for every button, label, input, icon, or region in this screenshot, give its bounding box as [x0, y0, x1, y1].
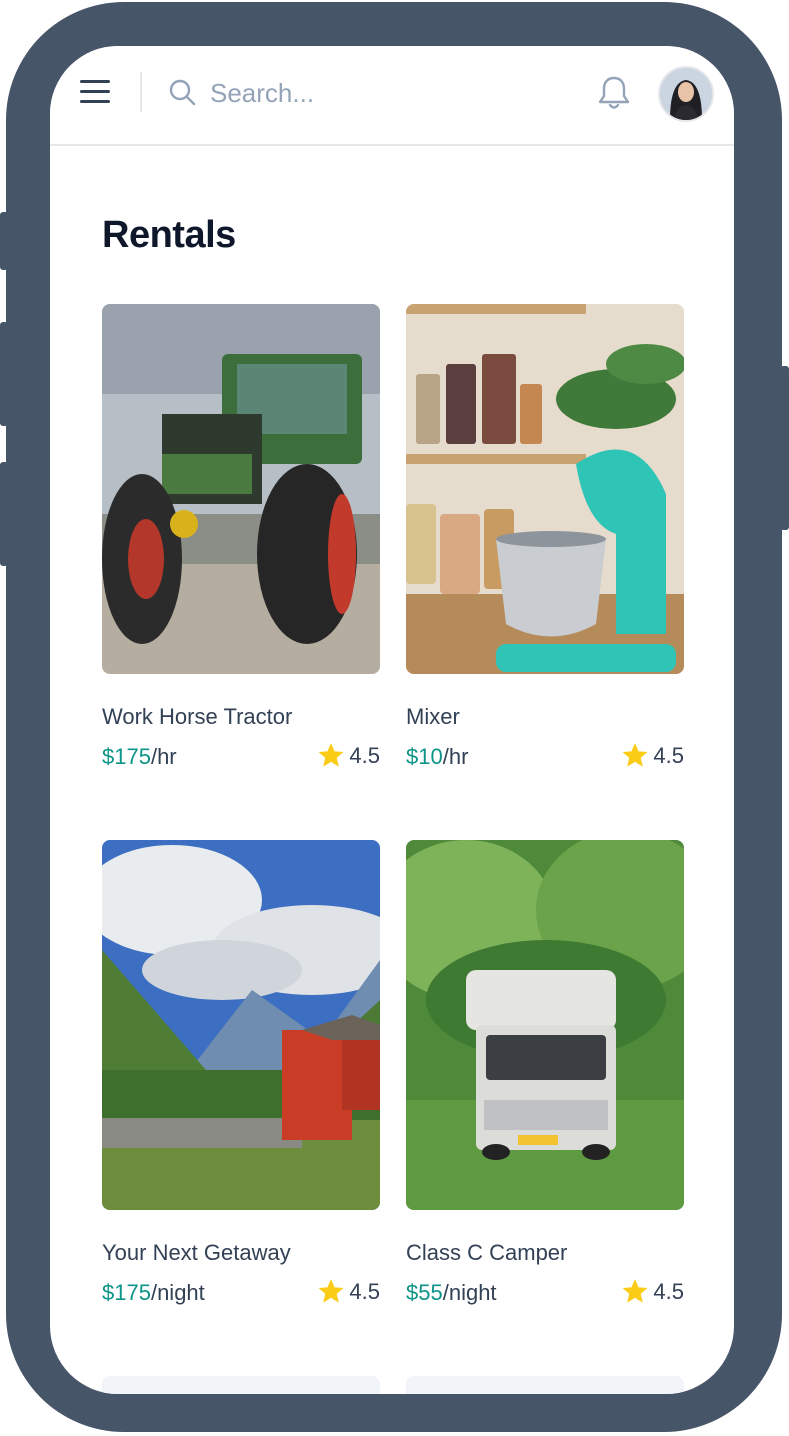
star-icon — [318, 1279, 344, 1303]
price-amount: $55 — [406, 1280, 443, 1305]
top-bar — [50, 46, 734, 146]
bell-icon[interactable] — [596, 74, 632, 112]
listing-rating: 4.5 — [317, 1278, 380, 1305]
listing-rating: 4.5 — [621, 742, 684, 769]
listing-card-placeholder — [406, 1376, 684, 1394]
price-unit: /hr — [150, 744, 177, 769]
camper-van-photo — [406, 840, 684, 1210]
search-icon — [169, 79, 196, 106]
listing-name: Class C Camper — [406, 1240, 568, 1265]
menu-icon[interactable] — [80, 80, 110, 104]
listing-card-placeholder — [102, 1376, 380, 1394]
star-icon — [318, 743, 344, 767]
listing-name: Mixer — [406, 704, 460, 729]
search-input[interactable] — [208, 72, 592, 114]
avatar[interactable] — [658, 66, 714, 122]
star-icon — [622, 743, 648, 767]
app-screen: Rentals Work Horse Tractor $175/hr — [50, 46, 734, 1394]
rating-value: 4.5 — [653, 1278, 684, 1304]
phone-mute-switch — [0, 212, 8, 270]
rating-value: 4.5 — [349, 1278, 380, 1304]
phone-volume-up — [0, 322, 8, 426]
stand-mixer-photo — [406, 304, 684, 674]
price-amount: $175 — [102, 744, 151, 769]
price-amount: $175 — [102, 1280, 151, 1305]
listing-card[interactable]: Your Next Getaway $175/night 4.5 — [102, 840, 380, 1305]
listing-price: $10/hr — [406, 744, 468, 770]
listing-price: $175/hr — [102, 744, 177, 770]
rating-value: 4.5 — [349, 742, 380, 768]
price-unit: /hr — [442, 744, 469, 769]
header-divider — [140, 72, 142, 112]
listing-card[interactable]: Class C Camper $55/night 4.5 — [406, 840, 684, 1305]
phone-volume-down — [0, 462, 8, 566]
listing-name: Work Horse Tractor — [102, 704, 293, 729]
listing-price: $55/night — [406, 1280, 497, 1306]
page-title: Rentals — [102, 214, 236, 256]
rating-value: 4.5 — [653, 742, 684, 768]
listing-rating: 4.5 — [621, 1278, 684, 1305]
phone-power-button — [780, 366, 789, 530]
star-icon — [622, 1279, 648, 1303]
mountain-cabin-photo — [102, 840, 380, 1210]
listing-card[interactable]: Work Horse Tractor $175/hr 4.5 — [102, 304, 380, 769]
tractor-photo — [102, 304, 380, 674]
listing-rating: 4.5 — [317, 742, 380, 769]
price-amount: $10 — [406, 744, 443, 769]
price-unit: /night — [150, 1280, 205, 1305]
listing-card[interactable]: Mixer $10/hr 4.5 — [406, 304, 684, 769]
listing-name: Your Next Getaway — [102, 1240, 291, 1265]
price-unit: /night — [442, 1280, 497, 1305]
listing-price: $175/night — [102, 1280, 205, 1306]
